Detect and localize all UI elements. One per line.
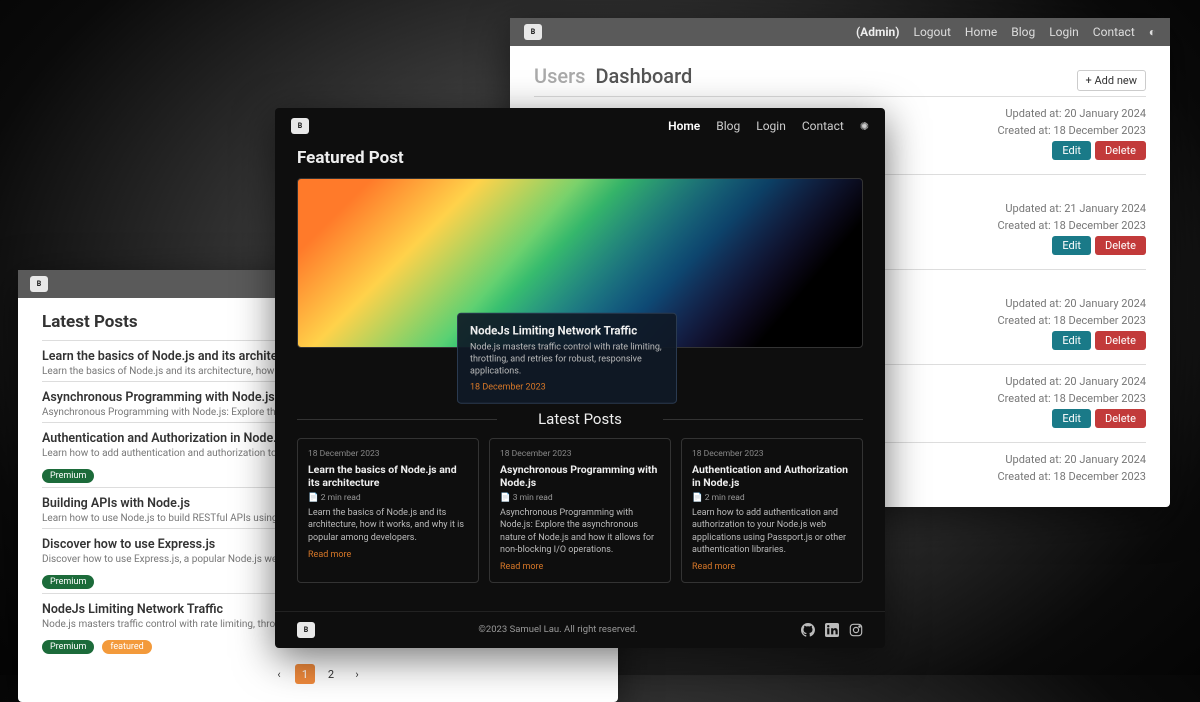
read-more-link[interactable]: Read more xyxy=(308,550,351,560)
admin-nav: B (Admin) Logout Home Blog Login Contact… xyxy=(510,18,1170,46)
pagination: ‹ 1 2 › xyxy=(42,664,594,684)
tab-users[interactable]: Users xyxy=(534,64,585,88)
dark-nav: B Home Blog Login Contact ✺ xyxy=(275,108,885,144)
theme-toggle-icon[interactable]: ✺ xyxy=(860,120,869,133)
card-meta: 📄 3 min read xyxy=(500,493,660,503)
nav-logout[interactable]: Logout xyxy=(913,25,950,39)
updated-at: Updated at: 20 January 2024 xyxy=(1005,107,1146,120)
logo-icon: B xyxy=(297,622,315,638)
delete-button[interactable]: Delete xyxy=(1095,409,1146,428)
card-date: 18 December 2023 xyxy=(308,449,468,459)
edit-button[interactable]: Edit xyxy=(1052,409,1091,428)
premium-badge: Premium xyxy=(42,640,94,654)
footer-text: ©2023 Samuel Lau. All right reserved. xyxy=(478,624,637,635)
card-body: Learn how to add authentication and auth… xyxy=(692,507,852,556)
linkedin-icon[interactable] xyxy=(825,623,839,637)
footer: B ©2023 Samuel Lau. All right reserved. xyxy=(275,611,885,648)
nav-home[interactable]: Home xyxy=(965,25,997,39)
card-title: Authentication and Authorization in Node… xyxy=(692,463,852,489)
hero-title: NodeJs Limiting Network Traffic xyxy=(470,323,664,337)
theme-toggle-icon[interactable]: ◐ xyxy=(1149,25,1156,39)
created-at: Created at: 18 December 2023 xyxy=(997,124,1146,137)
latest-posts-heading: Latest Posts xyxy=(297,410,863,428)
card-date: 18 December 2023 xyxy=(500,449,660,459)
featured-heading: Featured Post xyxy=(297,148,863,168)
card-title: Asynchronous Programming with Node.js xyxy=(500,463,660,489)
created-at: Created at: 18 December 2023 xyxy=(997,392,1146,405)
hero-desc: Node.js masters traffic control with rat… xyxy=(470,341,664,377)
page-next[interactable]: › xyxy=(347,664,367,684)
hero-date: 18 December 2023 xyxy=(470,383,664,393)
read-more-link[interactable]: Read more xyxy=(692,562,735,572)
post-card[interactable]: 18 December 2023 Asynchronous Programmin… xyxy=(489,438,671,583)
edit-button[interactable]: Edit xyxy=(1052,141,1091,160)
featured-panel: B Home Blog Login Contact ✺ Featured Pos… xyxy=(275,108,885,648)
featured-badge: featured xyxy=(102,640,151,654)
created-at: Created at: 18 December 2023 xyxy=(997,219,1146,232)
page-1[interactable]: 1 xyxy=(295,664,315,684)
edit-button[interactable]: Edit xyxy=(1052,331,1091,350)
card-title: Learn the basics of Node.js and its arch… xyxy=(308,463,468,489)
delete-button[interactable]: Delete xyxy=(1095,331,1146,350)
card-meta: 📄 2 min read xyxy=(692,493,852,503)
nav-home[interactable]: Home xyxy=(668,119,700,133)
nav-blog[interactable]: Blog xyxy=(1011,25,1035,39)
page-2[interactable]: 2 xyxy=(321,664,341,684)
created-at: Created at: 18 December 2023 xyxy=(997,470,1146,483)
logo-icon: B xyxy=(30,276,48,292)
premium-badge: Premium xyxy=(42,575,94,589)
updated-at: Updated at: 21 January 2024 xyxy=(1005,202,1146,215)
admin-title: Users Dashboard xyxy=(534,64,1146,88)
github-icon[interactable] xyxy=(801,623,815,637)
tab-dashboard[interactable]: Dashboard xyxy=(595,64,692,88)
updated-at: Updated at: 20 January 2024 xyxy=(1005,453,1146,466)
nav-login[interactable]: Login xyxy=(1049,25,1079,39)
logo-icon: B xyxy=(291,118,309,134)
card-date: 18 December 2023 xyxy=(692,449,852,459)
logo-icon: B xyxy=(524,24,542,40)
page-prev[interactable]: ‹ xyxy=(269,664,289,684)
delete-button[interactable]: Delete xyxy=(1095,236,1146,255)
delete-button[interactable]: Delete xyxy=(1095,141,1146,160)
nav-login[interactable]: Login xyxy=(756,119,786,133)
add-new-button[interactable]: + Add new xyxy=(1077,70,1146,91)
card-meta: 📄 2 min read xyxy=(308,493,468,503)
card-body: Learn the basics of Node.js and its arch… xyxy=(308,507,468,543)
nav-blog[interactable]: Blog xyxy=(716,119,740,133)
nav-contact[interactable]: Contact xyxy=(1093,25,1135,39)
updated-at: Updated at: 20 January 2024 xyxy=(1005,297,1146,310)
instagram-icon[interactable] xyxy=(849,623,863,637)
premium-badge: Premium xyxy=(42,469,94,483)
nav-contact[interactable]: Contact xyxy=(802,119,844,133)
read-more-link[interactable]: Read more xyxy=(500,562,543,572)
admin-user-label: (Admin) xyxy=(856,25,900,39)
edit-button[interactable]: Edit xyxy=(1052,236,1091,255)
updated-at: Updated at: 20 January 2024 xyxy=(1005,375,1146,388)
post-card[interactable]: 18 December 2023 Authentication and Auth… xyxy=(681,438,863,583)
card-body: Asynchronous Programming with Node.js: E… xyxy=(500,507,660,556)
created-at: Created at: 18 December 2023 xyxy=(997,314,1146,327)
post-card[interactable]: 18 December 2023 Learn the basics of Nod… xyxy=(297,438,479,583)
hero-card[interactable]: NodeJs Limiting Network Traffic Node.js … xyxy=(457,312,677,403)
